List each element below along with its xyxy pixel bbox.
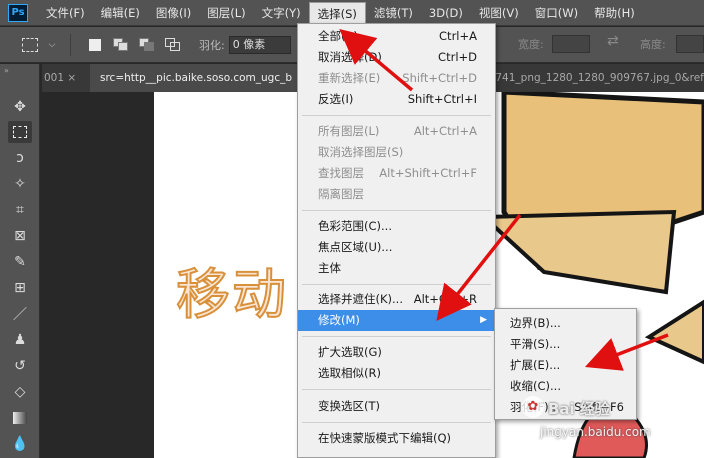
lasso-tool-icon[interactable]: ↄ (8, 147, 32, 169)
eraser-icon[interactable]: ◇ (8, 381, 32, 403)
crop-tool-icon[interactable]: ⌗ (8, 199, 32, 221)
blur-tool-icon[interactable]: 💧 (8, 433, 32, 455)
baidu-paw-logo-icon: ✿ (522, 396, 544, 418)
tools-panel: » ✥ ↄ ✧ ⌗ ⊠ ✎ ⊞ ／ ♟ ↺ ◇ 💧 (0, 64, 40, 458)
menu-item-reselect: 重新选择(E) Shift+Ctrl+D (318, 71, 477, 85)
menu-item-quick-mask[interactable]: 在快速蒙版模式下编辑(Q) (298, 428, 495, 449)
new-selection-icon[interactable] (85, 35, 105, 55)
menu-file[interactable]: 文件(F) (38, 2, 93, 24)
submenu-item-expand[interactable]: 扩展(E)... (495, 355, 636, 376)
add-to-selection-icon[interactable] (111, 35, 131, 55)
photoshop-logo-icon: Ps (8, 3, 28, 22)
width-label: 宽度: (518, 38, 544, 51)
menu-divider (302, 336, 491, 337)
cartoon-shape-middle (479, 209, 677, 295)
healing-brush-icon[interactable]: ⊞ (8, 277, 32, 299)
menu-item-select-and-mask[interactable]: 选择并遮住(K)... Alt+Ctrl+R (298, 289, 495, 310)
width-input[interactable] (552, 35, 590, 53)
menu-item-focus-area[interactable]: 焦点区域(U)... (298, 237, 495, 258)
menu-item-deselect[interactable]: 取消选择(D) Ctrl+D (298, 47, 495, 68)
submenu-item-smooth[interactable]: 平滑(S)... (495, 334, 636, 355)
clone-stamp-icon[interactable]: ♟ (8, 329, 32, 351)
watermark-brand: Bai 经验 (548, 400, 610, 418)
menu-item-deselect-layers: 取消选择图层(S) (318, 145, 404, 159)
feather-label: 羽化: (199, 38, 225, 52)
menu-help[interactable]: 帮助(H) (586, 2, 643, 24)
menu-item-select-all[interactable]: 全部(A) Ctrl+A (298, 26, 495, 47)
gradient-tool-icon[interactable] (8, 407, 32, 429)
menu-view[interactable]: 视图(V) (471, 2, 527, 24)
eyedropper-icon[interactable]: ✎ (8, 251, 32, 273)
menu-3d[interactable]: 3D(D) (421, 2, 471, 24)
menu-item-similar[interactable]: 选取相似(R) (298, 363, 495, 384)
submenu-item-contract[interactable]: 收缩(C)... (495, 376, 636, 397)
magic-wand-icon[interactable]: ✧ (8, 173, 32, 195)
divider (70, 33, 71, 56)
tab-doc-1[interactable]: 001 × (42, 64, 90, 92)
menu-item-subject[interactable]: 主体 (298, 258, 495, 279)
swap-icon[interactable]: ⇄ (607, 33, 619, 49)
menu-divider (302, 115, 491, 116)
menu-item-grow[interactable]: 扩大选取(G) (298, 342, 495, 363)
frame-tool-icon[interactable]: ⊠ (8, 225, 32, 247)
menu-type[interactable]: 文字(Y) (254, 2, 309, 24)
height-label: 高度: (640, 38, 666, 51)
menu-divider (302, 389, 491, 390)
menu-item-find-layers: 查找图层 Alt+Shift+Ctrl+F (318, 166, 477, 180)
brush-tool-icon[interactable]: ／ (8, 303, 32, 325)
menu-item-transform-selection[interactable]: 变换选区(T) (298, 396, 495, 417)
history-brush-icon[interactable]: ↺ (8, 355, 32, 377)
subtract-from-selection-icon[interactable] (137, 35, 157, 55)
menu-filter[interactable]: 滤镜(T) (366, 2, 421, 24)
cartoon-shape-right (644, 299, 704, 365)
feather-input[interactable]: 0 像素 (228, 35, 291, 54)
menu-item-color-range[interactable]: 色彩范围(C)... (298, 216, 495, 237)
move-tool-icon[interactable]: ✥ (8, 96, 32, 118)
height-input[interactable] (676, 35, 704, 53)
canvas-text-selection: 移动 (175, 262, 288, 327)
menu-window[interactable]: 窗口(W) (527, 2, 586, 24)
watermark-url: jingyan.baidu.com (540, 425, 651, 439)
select-menu-dropdown: 全部(A) Ctrl+A 取消选择(D) Ctrl+D 重新选择(E) Shift+C… (297, 23, 496, 458)
submenu-item-border[interactable]: 边界(B)... (495, 313, 636, 334)
intersect-selection-icon[interactable] (163, 35, 183, 55)
submenu-arrow-icon: ▶ (480, 315, 487, 325)
tab-doc-3[interactable]: 17741_png_1280_1280_909767.jpg_0&ref (478, 64, 704, 92)
menu-item-modify[interactable]: 修改(M) ▶ (298, 310, 495, 331)
menu-image[interactable]: 图像(I) (148, 2, 199, 24)
tab-doc-2[interactable]: src=http__pic.baike.soso.com_ugc_b (90, 64, 298, 92)
menu-edit[interactable]: 编辑(E) (93, 2, 148, 24)
menu-item-isolate-layers: 隔离图层 (318, 187, 364, 201)
menu-divider (302, 210, 491, 211)
menu-layer[interactable]: 图层(L) (199, 2, 253, 24)
marquee-tool-icon[interactable] (8, 121, 32, 143)
menu-select[interactable]: 选择(S) (308, 1, 366, 24)
menu-divider (302, 284, 491, 285)
marquee-preset-icon[interactable] (20, 35, 40, 55)
collapse-icon[interactable]: » (4, 66, 9, 75)
menu-divider (302, 422, 491, 423)
chevron-down-icon[interactable]: ⌵ (42, 35, 62, 55)
menu-item-inverse[interactable]: 反选(I) Shift+Ctrl+I (298, 89, 495, 110)
menu-item-all-layers: 所有图层(L) Alt+Ctrl+A (318, 124, 477, 138)
